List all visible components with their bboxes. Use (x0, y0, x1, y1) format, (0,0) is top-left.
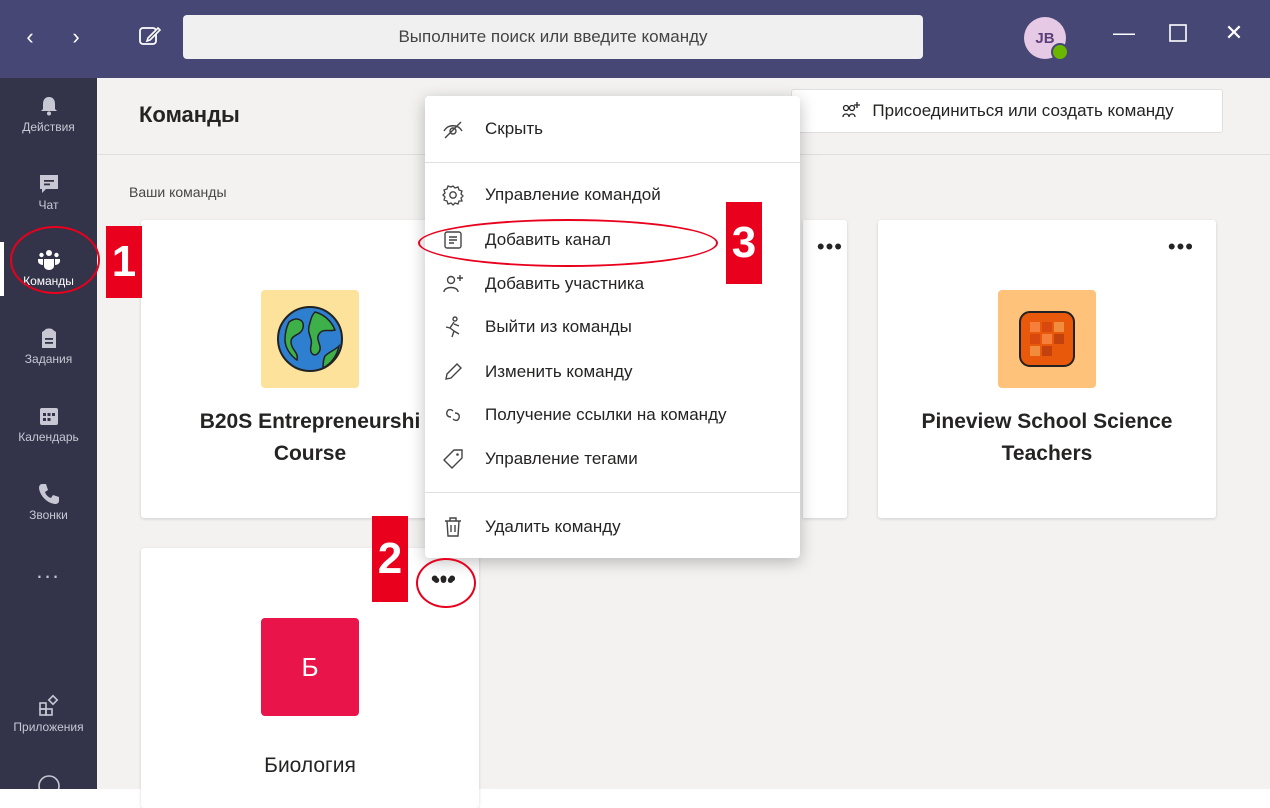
join-button-label: Присоединиться или создать команду (872, 101, 1174, 120)
team-card[interactable]: ••• Pineview School Science Teachers (878, 220, 1216, 518)
more-options-icon[interactable]: ••• (433, 570, 454, 593)
hide-icon (443, 121, 463, 139)
globe-icon (277, 306, 343, 372)
rail-item-more[interactable]: ... (0, 542, 97, 612)
phone-icon (38, 484, 59, 504)
rail-item-help[interactable] (0, 760, 97, 789)
menu-item-delete-team[interactable]: Удалить команду (425, 506, 800, 548)
minimize-icon[interactable]: — (1104, 20, 1144, 46)
menu-item-edit-team[interactable]: Изменить команду (425, 351, 800, 393)
menu-divider (425, 162, 800, 163)
menu-item-label: Управление командой (485, 185, 661, 204)
add-people-icon (842, 102, 861, 118)
add-person-icon (443, 275, 463, 293)
join-or-create-team-button[interactable]: Присоединиться или создать команду (791, 89, 1223, 133)
page-title: Команды (139, 102, 240, 127)
link-icon (446, 408, 460, 422)
new-chat-icon[interactable] (136, 22, 164, 50)
rail-label: Приложения (13, 720, 84, 734)
back-arrow-icon[interactable]: ‹ (20, 24, 40, 50)
menu-divider (425, 492, 800, 493)
section-label: Ваши команды (129, 184, 227, 200)
highlight-ring-teams (10, 226, 100, 294)
title-bar: ‹ › Выполните поиск или введите команду … (0, 0, 1270, 78)
gear-icon (442, 185, 464, 206)
menu-item-label: Управление тегами (485, 449, 638, 468)
step-marker-2: 2 (372, 516, 408, 602)
rail-item-activity[interactable]: Действия (0, 80, 97, 150)
rail-item-apps[interactable]: Приложения (0, 680, 97, 750)
step-marker-3: 3 (726, 202, 762, 284)
history-nav: ‹ › (20, 24, 86, 50)
step-marker-1: 1 (106, 226, 142, 298)
avatar-initials: JB (1035, 29, 1055, 47)
team-card[interactable]: ••• (803, 220, 847, 518)
highlight-ring-add-channel (418, 219, 718, 267)
teams-window: ‹ › Выполните поиск или введите команду … (0, 0, 1270, 808)
menu-item-label: Изменить команду (485, 362, 633, 381)
team-tile (261, 290, 359, 388)
team-name-line2: Teachers (1001, 442, 1093, 465)
rail-item-calls[interactable]: Звонки (0, 468, 97, 538)
chat-icon (39, 175, 58, 193)
menu-item-label: Удалить команду (485, 517, 621, 536)
team-tile-letter: Б (301, 651, 319, 682)
rail-label: Звонки (29, 508, 68, 522)
assignments-icon (41, 328, 56, 348)
rail-item-calendar[interactable]: Календарь (0, 390, 97, 460)
avatar[interactable]: JB (1024, 17, 1069, 61)
app-rail: Действия Чат Команды Задания Календарь З… (0, 78, 97, 789)
menu-item-label: Выйти из команды (485, 317, 632, 336)
menu-item-label: Скрыть (485, 119, 544, 138)
presence-available-icon (1051, 43, 1069, 61)
pencil-icon (445, 363, 462, 380)
menu-item-hide[interactable]: Скрыть (425, 108, 800, 150)
menu-item-label: Добавить участника (485, 274, 645, 293)
calendar-icon (39, 408, 58, 425)
leave-icon (445, 316, 460, 338)
menu-item-manage-tags[interactable]: Управление тегами (425, 438, 800, 480)
more-options-icon[interactable]: ••• (1168, 234, 1194, 260)
menu-item-get-link[interactable]: Получение ссылки на команду (425, 394, 800, 436)
menu-item-label: Получение ссылки на команду (485, 405, 727, 424)
menu-item-leave-team[interactable]: Выйти из команды (425, 306, 800, 348)
rail-item-chat[interactable]: Чат (0, 158, 97, 228)
bell-icon (40, 97, 57, 116)
team-context-menu: Скрыть Управление командой Добавить кана… (425, 96, 800, 558)
more-icon: ... (36, 558, 61, 583)
team-name: Биология (264, 754, 356, 777)
team-tile: Б (261, 618, 359, 716)
close-icon[interactable]: ✕ (1214, 20, 1254, 46)
maximize-icon[interactable] (1158, 20, 1198, 46)
rail-label: Чат (38, 198, 59, 212)
apps-icon (38, 694, 58, 716)
team-tile (998, 290, 1096, 388)
rail-label: Действия (22, 120, 75, 134)
search-input[interactable]: Выполните поиск или введите команду (183, 15, 923, 59)
tag-icon (443, 449, 463, 469)
help-icon (37, 775, 60, 789)
grid-tile-icon (1019, 311, 1075, 367)
more-options-icon[interactable]: ••• (817, 234, 843, 260)
rail-item-assignments[interactable]: Задания (0, 312, 97, 382)
rail-label: Календарь (18, 430, 79, 444)
trash-icon (445, 517, 461, 537)
rail-label: Задания (24, 352, 73, 366)
forward-arrow-icon[interactable]: › (66, 24, 86, 50)
team-name: Pineview School Science (921, 410, 1173, 433)
